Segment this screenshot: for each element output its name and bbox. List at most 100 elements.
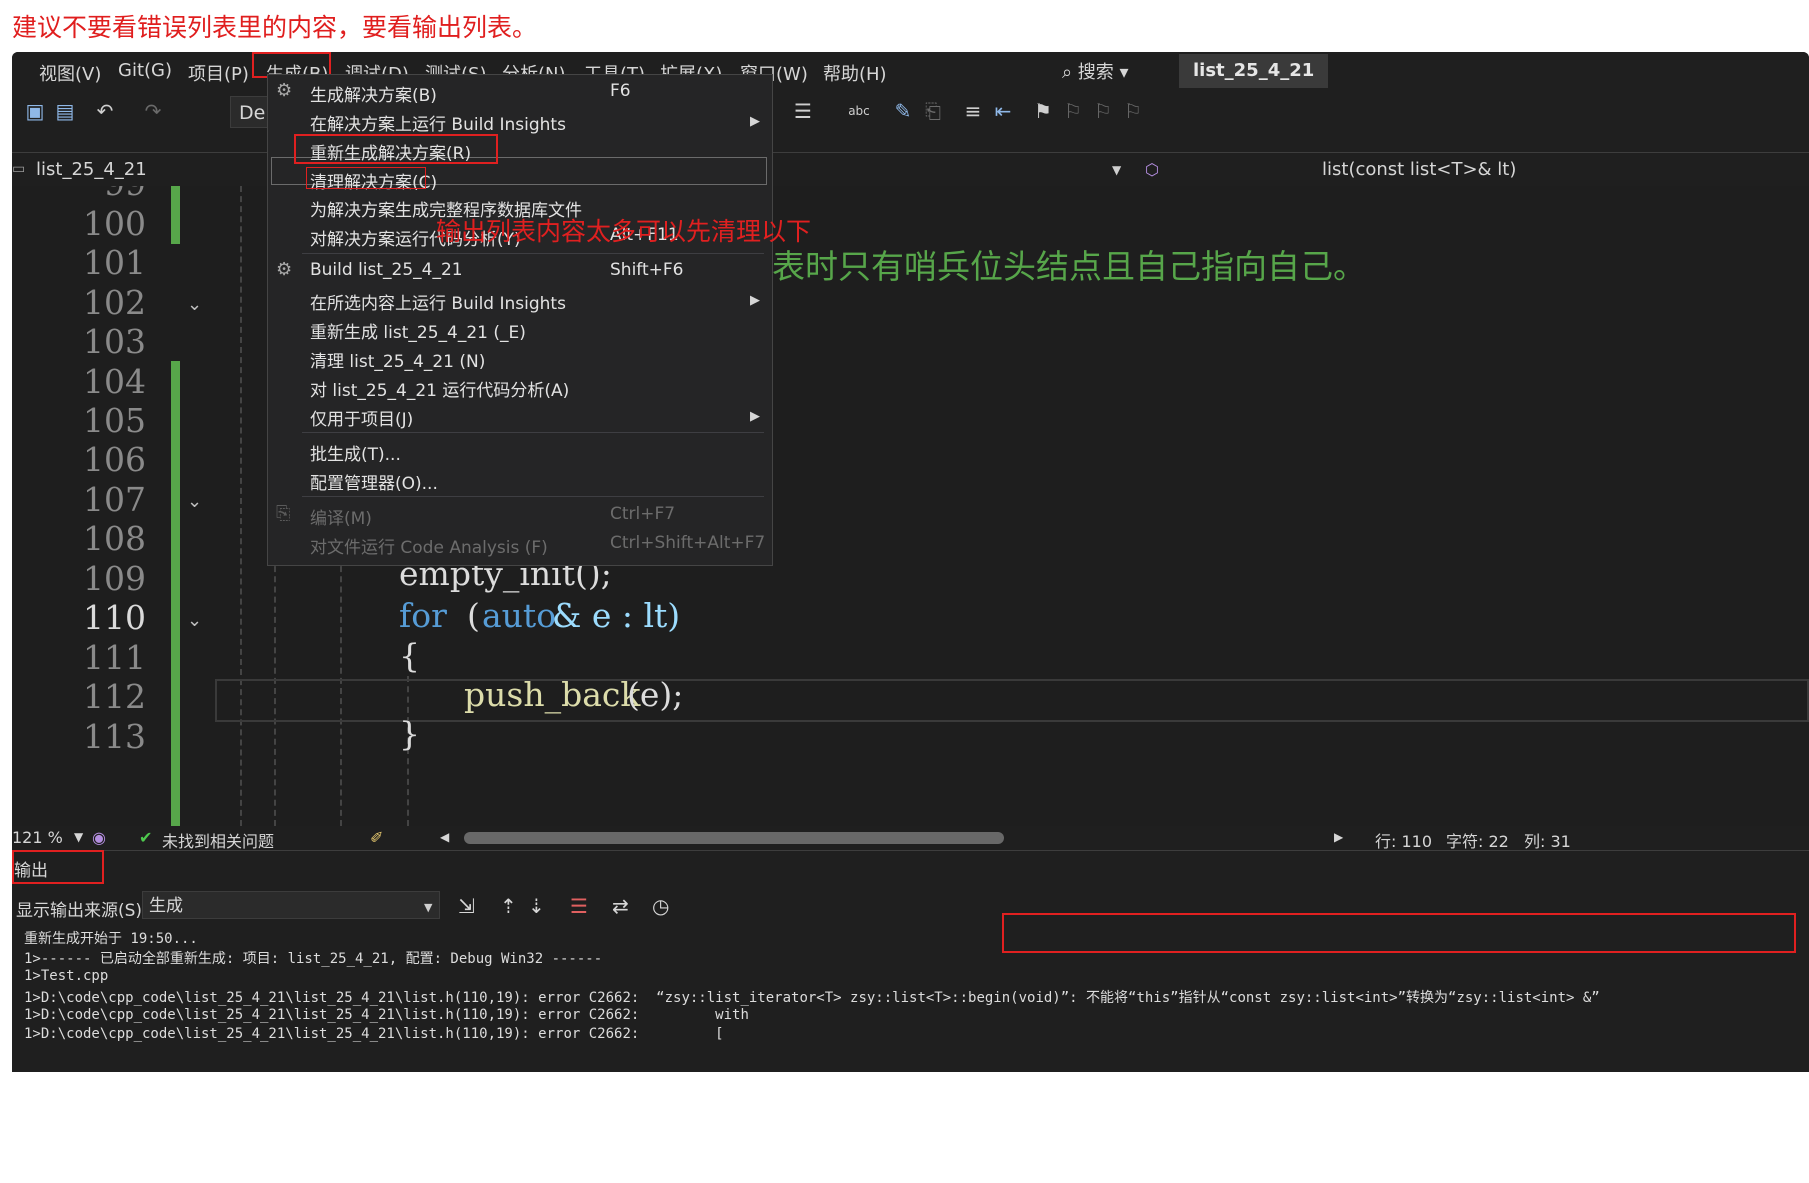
outdent-icon[interactable]: ⇤ xyxy=(992,100,1014,122)
project-combo[interactable]: list_25_4_21 xyxy=(36,159,147,180)
format-icon[interactable]: ☰ xyxy=(792,100,814,122)
horizontal-scrollbar[interactable] xyxy=(464,832,1004,844)
menu-code-analysis-project[interactable]: 对 list_25_4_21 运行代码分析(A) xyxy=(310,376,569,401)
uncomment-icon[interactable]: ⎗ xyxy=(922,100,944,122)
menu-view[interactable]: 视图(V) xyxy=(39,60,101,86)
indent-icon[interactable]: ≡ xyxy=(962,100,984,122)
redo-icon[interactable]: ↷ xyxy=(142,100,164,122)
annotation-error-box xyxy=(1002,913,1796,953)
previous-message-icon[interactable]: ⇡ xyxy=(500,894,517,918)
line-number: 107 xyxy=(83,480,146,519)
compile-icon: ⎘ xyxy=(276,503,291,524)
menu-compile: 编译(M) xyxy=(310,509,372,529)
menu-project[interactable]: 项目(P) xyxy=(188,60,249,86)
output-line: 1>------ 已启动全部重新生成: 项目: list_25_4_21, 配置… xyxy=(24,951,603,967)
shortcut-label: F6 xyxy=(610,81,631,101)
menu-configuration-manager[interactable]: 配置管理器(O)... xyxy=(310,469,438,494)
annotation-cleanup-note: 输出列表内容太多可以先清理以下 xyxy=(436,217,812,246)
menu-help[interactable]: 帮助(H) xyxy=(823,60,887,86)
line-number: 113 xyxy=(83,717,146,756)
spellcheck-icon[interactable]: abc xyxy=(848,100,870,122)
menu-project-only[interactable]: 仅用于项目(J) xyxy=(310,405,413,430)
menu-clean-project[interactable]: 清理 list_25_4_21 (N) xyxy=(310,347,485,372)
cursor-char: 字符: 22 xyxy=(1446,832,1509,851)
find-in-output-icon[interactable]: ⇲ xyxy=(458,894,475,918)
code-keyword-auto: auto xyxy=(482,596,557,635)
menu-build-solution[interactable]: 生成解决方案(B) xyxy=(310,81,437,106)
copilot-icon[interactable]: ◉ xyxy=(92,828,106,847)
collapse-icon[interactable]: ⌄ xyxy=(187,610,202,631)
issues-status[interactable]: 未找到相关问题 xyxy=(162,828,274,852)
annotation-output-box xyxy=(12,850,104,884)
chevron-down-icon[interactable]: ▼ xyxy=(1112,163,1121,177)
collapse-icon[interactable]: ⌄ xyxy=(187,294,202,315)
annotation-clean-box xyxy=(306,167,426,189)
output-line: 重新生成开始于 19:50... xyxy=(24,931,198,947)
shortcut-label: Ctrl+F7 xyxy=(610,504,676,524)
submenu-arrow-icon: ▶ xyxy=(750,409,760,424)
menu-run-build-insights-solution[interactable]: 在解决方案上运行 Build Insights xyxy=(310,110,566,135)
visual-studio-window: 视图(V) Git(G) 项目(P) 生成(B) 调试(D) 测试(S) 分析(… xyxy=(12,52,1809,1072)
build-project-icon: ⚙ xyxy=(276,259,293,280)
output-line: 1>Test.cpp xyxy=(24,968,109,984)
output-line: 1>D:\code\cpp_code\list_25_4_21\list_25_… xyxy=(24,1007,749,1023)
code-brace-open: { xyxy=(399,636,420,675)
change-marker xyxy=(171,186,180,244)
line-number: 100 xyxy=(83,204,146,243)
save-all-icon[interactable]: ▤ xyxy=(54,100,76,122)
menu-build-project[interactable]: Build list_25_4_21 xyxy=(310,260,463,280)
save-icon[interactable]: ▣ xyxy=(24,100,46,122)
line-number: 106 xyxy=(83,440,146,479)
method-icon: ⬡ xyxy=(1145,160,1159,179)
code-call-args: (e); xyxy=(627,675,684,714)
scroll-left-icon[interactable]: ◀ xyxy=(440,830,449,844)
annotation-rebuild-box xyxy=(294,134,498,164)
code-loop-var: & e : lt) xyxy=(552,596,681,635)
line-number: 109 xyxy=(83,559,146,598)
shortcut-label: Shift+F6 xyxy=(610,260,684,280)
project-icon: ▭ xyxy=(12,161,26,177)
line-number: 112 xyxy=(83,677,146,716)
clear-bookmarks-icon[interactable]: ⚐ xyxy=(1122,100,1144,122)
comment-icon[interactable]: ✎ xyxy=(892,100,914,122)
bookmark-icon[interactable]: ⚑ xyxy=(1032,100,1054,122)
submenu-arrow-icon: ▶ xyxy=(750,114,760,129)
cleanup-brush-icon[interactable]: ✐ xyxy=(370,828,383,847)
output-source-select[interactable]: 生成 xyxy=(142,891,440,919)
chevron-down-icon[interactable]: ▼ xyxy=(424,901,432,914)
build-menu-dropdown: ⚙ 生成解决方案(B) F6 在解决方案上运行 Build Insights ▶… xyxy=(267,74,773,566)
menu-rebuild-project[interactable]: 重新生成 list_25_4_21 (_E) xyxy=(310,318,526,343)
clear-all-icon[interactable]: ☰ xyxy=(570,894,588,918)
indent-guide xyxy=(240,186,242,826)
code-keyword-for: for xyxy=(399,596,447,635)
line-number: 101 xyxy=(83,243,146,282)
menu-run-code-analysis-file: 对文件运行 Code Analysis (F) xyxy=(310,538,548,558)
line-number: 102 xyxy=(83,283,146,322)
menu-separator xyxy=(302,432,764,433)
collapse-icon[interactable]: ⌄ xyxy=(187,491,202,512)
menu-separator xyxy=(302,253,764,254)
word-wrap-icon[interactable]: ⇄ xyxy=(612,894,629,918)
scroll-right-icon[interactable]: ▶ xyxy=(1334,830,1343,844)
output-line: 1>D:\code\cpp_code\list_25_4_21\list_25_… xyxy=(24,990,1600,1006)
line-number: 111 xyxy=(83,638,146,677)
chevron-down-icon[interactable]: ▼ xyxy=(74,830,83,844)
solution-title: list_25_4_21 xyxy=(1179,54,1329,88)
next-bookmark-icon[interactable]: ⚐ xyxy=(1092,100,1114,122)
prev-bookmark-icon[interactable]: ⚐ xyxy=(1062,100,1084,122)
menu-batch-build[interactable]: 批生成(T)... xyxy=(310,440,401,465)
line-number-current: 110 xyxy=(83,598,146,637)
next-message-icon[interactable]: ⇣ xyxy=(528,894,545,918)
menu-git[interactable]: Git(G) xyxy=(118,60,172,81)
output-line: 1>D:\code\cpp_code\list_25_4_21\list_25_… xyxy=(24,1026,724,1042)
clock-icon[interactable]: ◷ xyxy=(652,894,669,918)
line-number: 99 xyxy=(76,186,146,203)
zoom-level[interactable]: 121 % xyxy=(12,828,63,847)
search-button[interactable]: ⌕ 搜索 ▾ xyxy=(1062,58,1129,84)
change-marker xyxy=(171,361,180,826)
code-comment: 表时只有哨兵位头结点且自己指向自己。 xyxy=(772,247,1366,286)
line-number: 104 xyxy=(83,362,146,401)
member-combo[interactable]: list(const list<T>& lt) xyxy=(1322,159,1516,180)
menu-run-build-insights-selection[interactable]: 在所选内容上运行 Build Insights xyxy=(310,289,566,314)
undo-icon[interactable]: ↶ xyxy=(94,100,116,122)
